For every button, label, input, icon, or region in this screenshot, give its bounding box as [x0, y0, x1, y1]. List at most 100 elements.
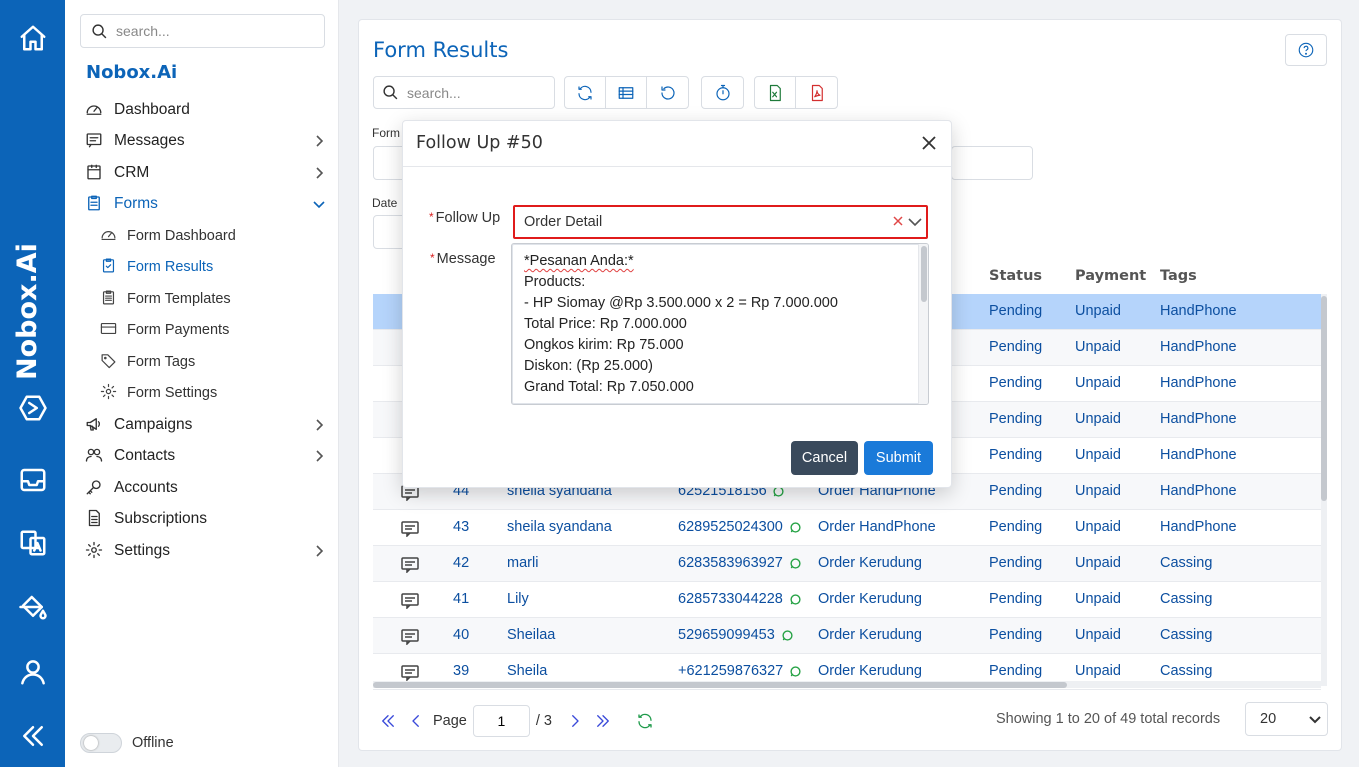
whatsapp-icon[interactable] [786, 664, 801, 680]
table-icon [618, 86, 634, 99]
timer-button[interactable] [702, 77, 743, 108]
cell-name[interactable]: Lily [507, 591, 529, 607]
cell-name[interactable]: marli [507, 555, 538, 571]
sidebar-sub-form-results[interactable]: Form Results [100, 254, 330, 280]
close-icon[interactable] [920, 134, 938, 152]
sidebar-item-dashboard[interactable]: Dashboard [85, 96, 330, 124]
help-button[interactable] [1285, 34, 1327, 66]
app-rail: Nobox.Ai [0, 0, 65, 767]
chevron-down-icon[interactable] [908, 216, 922, 228]
gear-icon [85, 541, 105, 561]
message-textarea[interactable]: *Pesanan Anda:* Products: - HP Siomay @R… [511, 243, 929, 405]
table-row[interactable]: 43 sheila syandana 6289525024300 Order Hand… [373, 510, 1321, 546]
refresh-button[interactable] [565, 77, 606, 108]
cell-name[interactable]: Sheilaa [507, 627, 555, 643]
follow-up-select[interactable]: Order Detail [513, 205, 928, 239]
cell-payment: Unpaid [1075, 555, 1121, 571]
sidebar-sub-form-settings[interactable]: Form Settings [100, 380, 330, 406]
message-line: *Pesanan Anda:* [524, 253, 634, 269]
offline-toggle[interactable] [80, 733, 122, 753]
submit-button[interactable]: Submit [864, 441, 933, 475]
sidebar-sub-form-templates[interactable]: Form Templates [100, 286, 330, 312]
columns-button[interactable] [606, 77, 647, 108]
cell-form: Order Kerudung [818, 555, 922, 571]
rail-brand: Nobox.Ai [12, 243, 43, 380]
home-icon[interactable] [0, 18, 65, 58]
cell-status: Pending [989, 447, 1043, 463]
table-row[interactable]: 42 marli 6283583963927 Order Kerudung Pendin… [373, 546, 1321, 582]
sidebar-sub-label: Form Payments [127, 322, 230, 338]
first-page-button[interactable] [377, 710, 399, 732]
textarea-scrollbar[interactable] [918, 244, 928, 404]
reload-button[interactable] [634, 710, 656, 732]
column-header-payment[interactable]: Payment [1075, 268, 1146, 284]
cancel-button[interactable]: Cancel [791, 441, 858, 475]
sidebar-item-settings[interactable]: Settings [85, 537, 330, 565]
modal-title: Follow Up #50 [416, 133, 543, 153]
comment-icon[interactable] [401, 485, 419, 505]
prev-page-button[interactable] [405, 710, 427, 732]
sidebar-sub-form-payments[interactable]: Form Payments [100, 317, 330, 343]
user-icon[interactable] [0, 652, 65, 692]
export-excel-button[interactable] [755, 77, 796, 108]
cell-phone[interactable]: 529659099453 [678, 627, 775, 643]
sidebar-sub-form-dashboard[interactable]: Form Dashboard [100, 223, 330, 249]
sidebar-sub-label: Form Results [127, 259, 214, 275]
sidebar-item-accounts[interactable]: Accounts [85, 474, 330, 502]
table-horizontal-scrollbar[interactable] [373, 681, 1321, 688]
whatsapp-icon[interactable] [786, 556, 801, 572]
search-icon [92, 23, 107, 38]
sidebar-item-messages[interactable]: Messages [85, 127, 330, 155]
clear-icon[interactable] [892, 215, 904, 227]
column-header-status[interactable]: Status [989, 268, 1042, 284]
sidebar-item-contacts[interactable]: Contacts [85, 442, 330, 470]
gauge-icon [100, 226, 120, 246]
next-page-button[interactable] [564, 710, 586, 732]
translate-icon[interactable] [0, 523, 65, 563]
results-search-input[interactable] [407, 84, 547, 101]
sidebar-search-input[interactable] [116, 23, 316, 39]
per-page-select[interactable]: 20 [1245, 702, 1328, 736]
export-pdf-button[interactable] [796, 77, 837, 108]
paint-bucket-icon[interactable] [0, 587, 65, 627]
whatsapp-icon[interactable] [786, 592, 801, 608]
sidebar-item-crm[interactable]: CRM [85, 159, 330, 187]
filter-extra-input[interactable] [951, 146, 1033, 180]
cell-name[interactable]: sheila syandana [507, 519, 612, 535]
per-page-value: 20 [1260, 711, 1277, 727]
results-search[interactable] [373, 76, 555, 109]
collapse-icon[interactable] [0, 716, 65, 756]
reset-button[interactable] [647, 77, 688, 108]
inbox-icon[interactable] [0, 460, 65, 500]
table-row[interactable]: 40 Sheilaa 529659099453 Order Kerudung Pendi… [373, 618, 1321, 654]
modal-header: Follow Up #50 [403, 121, 951, 167]
last-page-button[interactable] [592, 710, 614, 732]
message-line: Total Price: Rp 7.000.000 [524, 316, 687, 332]
page-title: Form Results [373, 38, 509, 62]
sidebar-item-campaigns[interactable]: Campaigns [85, 411, 330, 439]
table-vertical-scrollbar[interactable] [1321, 294, 1327, 686]
search-icon [383, 85, 398, 100]
cell-phone[interactable]: +621259876327 [678, 663, 783, 679]
nobox-logo-icon[interactable] [0, 388, 65, 428]
comment-icon[interactable] [401, 557, 419, 577]
records-summary: Showing 1 to 20 of 49 total records [996, 711, 1221, 727]
column-header-tags[interactable]: Tags [1160, 268, 1197, 284]
whatsapp-icon[interactable] [778, 628, 793, 644]
stopwatch-icon [715, 84, 730, 100]
comment-icon[interactable] [401, 521, 419, 541]
cell-name[interactable]: Sheila [507, 663, 547, 679]
cell-phone[interactable]: 6283583963927 [678, 555, 783, 571]
sidebar-item-subscriptions[interactable]: Subscriptions [85, 505, 330, 533]
cell-phone[interactable]: 6289525024300 [678, 519, 783, 535]
comment-icon[interactable] [401, 593, 419, 613]
page-number-input[interactable] [472, 705, 530, 737]
sidebar-item-forms[interactable]: Forms [85, 190, 330, 218]
cell-phone[interactable]: 6285733044228 [678, 591, 783, 607]
whatsapp-icon[interactable] [786, 520, 801, 536]
sidebar-search[interactable] [80, 14, 325, 48]
table-row[interactable]: 41 Lily 6285733044228 Order Kerudung Pending… [373, 582, 1321, 618]
cell-form: Order Kerudung [818, 627, 922, 643]
sidebar-sub-form-tags[interactable]: Form Tags [100, 349, 330, 375]
comment-icon[interactable] [401, 629, 419, 649]
